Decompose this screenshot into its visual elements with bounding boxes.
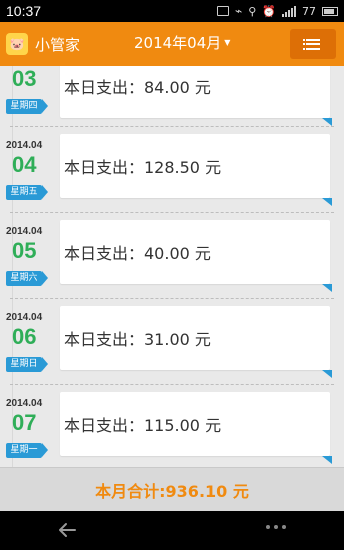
weekday-tag: 星期日 xyxy=(6,357,48,372)
day-row[interactable]: 2014.04 07 星期一 本日支出：115.00 元 xyxy=(0,384,344,467)
menu-button[interactable] xyxy=(290,29,336,59)
battery-level: 77 xyxy=(302,4,316,18)
expense-card[interactable]: 本日支出：31.00 元 xyxy=(60,306,332,378)
weekday-tag: 星期四 xyxy=(6,99,48,114)
battery-icon xyxy=(322,6,338,16)
expense-card[interactable]: 本日支出：128.50 元 xyxy=(60,134,332,206)
status-icons: ⌁ ⚲ ⏰ 77 xyxy=(217,4,338,18)
day-row[interactable]: 03 星期四 本日支出：84.00 元 xyxy=(0,66,344,127)
daily-expense-list[interactable]: 03 星期四 本日支出：84.00 元 2014.04 04 星期五 本日支出：… xyxy=(0,66,344,467)
usb-icon: ⌁ xyxy=(235,4,243,18)
row-divider xyxy=(10,126,334,127)
expense-card[interactable]: 本日支出：115.00 元 xyxy=(60,392,332,464)
expense-card[interactable]: 本日支出：84.00 元 xyxy=(60,66,332,126)
back-arrow-icon[interactable] xyxy=(56,519,78,541)
daily-expense-text: 本日支出：40.00 元 xyxy=(64,244,211,263)
daily-expense-text: 本日支出：84.00 元 xyxy=(64,78,211,97)
status-time: 10:37 xyxy=(6,3,42,19)
app-title: 小管家 xyxy=(35,35,81,54)
system-nav-bar xyxy=(0,511,344,550)
month-selector[interactable]: 2014年04月 ▼ xyxy=(134,32,230,53)
day-row[interactable]: 2014.04 05 星期六 本日支出：40.00 元 xyxy=(0,212,344,299)
alarm-icon: ⏰ xyxy=(262,4,276,18)
daily-expense-text: 本日支出：115.00 元 xyxy=(64,416,222,435)
day-row[interactable]: 2014.04 04 星期五 本日支出：128.50 元 xyxy=(0,126,344,213)
picture-notification-icon xyxy=(217,6,229,16)
monthly-total-text: 本月合计:936.10 元 xyxy=(95,481,249,501)
day-month-label: 2014.04 xyxy=(6,398,43,409)
app-header: 🐷 小管家 2014年04月 ▼ xyxy=(0,22,344,66)
monthly-total-bar: 本月合计:936.10 元 xyxy=(0,467,344,511)
row-divider xyxy=(10,298,334,299)
caret-down-icon: ▼ xyxy=(224,38,231,47)
row-divider xyxy=(10,384,334,385)
day-number: 05 xyxy=(12,238,37,263)
signal-icon xyxy=(282,5,296,17)
day-number: 03 xyxy=(12,66,37,91)
more-dots-icon[interactable] xyxy=(266,525,286,529)
status-bar: 10:37 ⌁ ⚲ ⏰ 77 xyxy=(0,0,344,22)
day-month-label: 2014.04 xyxy=(6,312,43,323)
list-menu-icon xyxy=(303,38,320,50)
month-label: 2014年04月 xyxy=(134,34,222,52)
day-month-label: 2014.04 xyxy=(6,140,43,151)
piggy-logo-icon: 🐷 xyxy=(6,33,28,55)
day-number: 06 xyxy=(12,324,37,349)
day-number: 04 xyxy=(12,152,37,177)
weekday-tag: 星期六 xyxy=(6,271,48,286)
debug-icon: ⚲ xyxy=(248,4,257,18)
daily-expense-text: 本日支出：128.50 元 xyxy=(64,158,222,177)
daily-expense-text: 本日支出：31.00 元 xyxy=(64,330,211,349)
weekday-tag: 星期五 xyxy=(6,185,48,200)
day-row[interactable]: 2014.04 06 星期日 本日支出：31.00 元 xyxy=(0,298,344,385)
day-month-label: 2014.04 xyxy=(6,226,43,237)
expense-card[interactable]: 本日支出：40.00 元 xyxy=(60,220,332,292)
weekday-tag: 星期一 xyxy=(6,443,48,458)
row-divider xyxy=(10,212,334,213)
day-number: 07 xyxy=(12,410,37,435)
